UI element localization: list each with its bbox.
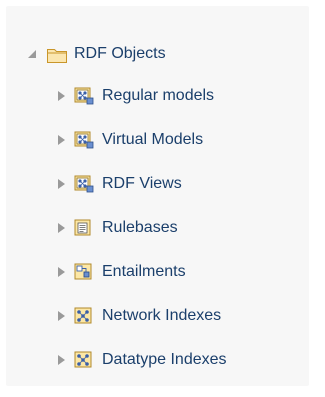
- tree-item-rulebases[interactable]: Rulebases: [54, 213, 178, 243]
- collapsed-triangle-icon[interactable]: [54, 133, 68, 147]
- collapsed-triangle-icon[interactable]: [54, 309, 68, 323]
- tree-item-regular-models[interactable]: Regular models: [54, 81, 214, 111]
- expanded-triangle-icon[interactable]: [25, 47, 39, 61]
- index-icon: [72, 306, 96, 326]
- tree-item-label: Regular models: [102, 87, 215, 104]
- rulebase-icon: [72, 218, 96, 238]
- collapsed-triangle-icon[interactable]: [54, 265, 68, 279]
- index-icon: [72, 350, 96, 370]
- tree-item-entailments[interactable]: Entailments: [54, 257, 186, 287]
- collapsed-triangle-icon[interactable]: [54, 89, 68, 103]
- tree-item-label: Virtual Models: [102, 131, 204, 148]
- tree-item-label: Network Indexes: [102, 307, 222, 324]
- collapsed-triangle-icon[interactable]: [54, 177, 68, 191]
- folder-icon: [45, 44, 69, 64]
- tree-item-label: Entailments: [102, 263, 186, 280]
- tree-item-network-indexes[interactable]: Network Indexes: [54, 301, 221, 331]
- tree-root-label: RDF Objects: [74, 45, 166, 62]
- tree-root-rdf-objects[interactable]: RDF Objects: [25, 39, 166, 69]
- tree-panel: RDF Objects Regular models Virtual Models…: [6, 6, 309, 386]
- model-icon: [72, 86, 96, 106]
- tree-item-label: Datatype Indexes: [102, 351, 227, 368]
- tree-item-datatype-indexes[interactable]: Datatype Indexes: [54, 345, 227, 375]
- tree-item-rdf-views[interactable]: RDF Views: [54, 169, 182, 199]
- model-icon: [72, 174, 96, 194]
- collapsed-triangle-icon[interactable]: [54, 353, 68, 367]
- tree-item-label: Rulebases: [102, 219, 178, 236]
- tree-item-virtual-models[interactable]: Virtual Models: [54, 125, 203, 155]
- collapsed-triangle-icon[interactable]: [54, 221, 68, 235]
- model-icon: [72, 130, 96, 150]
- entailment-icon: [72, 262, 96, 282]
- tree-item-label: RDF Views: [102, 175, 182, 192]
